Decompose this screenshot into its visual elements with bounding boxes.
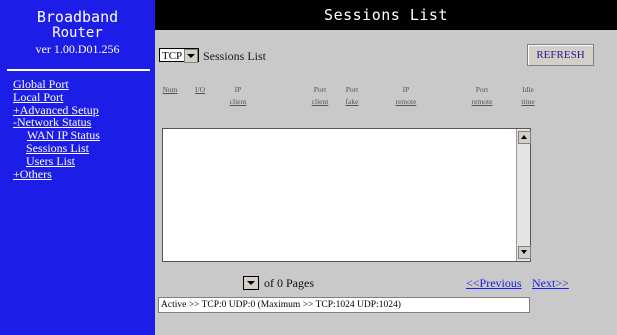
page-count: of 0 Pages — [264, 276, 314, 290]
next-page-link[interactable]: Next>> — [532, 276, 569, 291]
sidebar: Broadband Router ver 1.00.D01.256 Global… — [0, 0, 155, 335]
session-status-field: Active >> TCP:0 UDP:0 (Maximum >> TCP:10… — [158, 297, 530, 313]
column-header-ip-client: IP client — [229, 85, 247, 106]
sidebar-nav: Global Port Local Port +Advanced Setup -… — [13, 78, 100, 180]
sidebar-divider — [7, 69, 150, 71]
column-header-idle-time: Idle time — [521, 85, 535, 106]
firmware-version: ver 1.00.D01.256 — [35, 42, 120, 56]
brand-line-1: Broadband — [36, 8, 119, 26]
column-header-port-client: Port client — [311, 85, 329, 106]
listbox-scrollbar[interactable] — [516, 129, 531, 261]
column-header-port-fake: Port fake — [345, 85, 359, 106]
column-header-ip-remote: IP remote — [395, 85, 417, 106]
sidebar-item-others[interactable]: +Others — [13, 167, 100, 181]
protocol-select-value: TCP — [162, 50, 183, 62]
scroll-up-icon[interactable] — [518, 131, 531, 144]
column-header-num: Num — [162, 85, 178, 94]
refresh-button[interactable]: REFRESH — [527, 44, 594, 66]
previous-page-link[interactable]: <<Previous — [466, 276, 522, 291]
sidebar-item-global-port[interactable]: Global Port — [13, 78, 100, 91]
scroll-down-icon[interactable] — [518, 246, 531, 259]
column-header-io: I/O — [195, 85, 205, 94]
page-title: Sessions List — [155, 0, 617, 30]
sidebar-item-local-port[interactable]: Local Port — [13, 90, 100, 104]
sessions-listbox[interactable] — [162, 128, 531, 262]
toolbar: TCP Sessions List REFRESH — [155, 38, 617, 66]
sidebar-item-users-list[interactable]: Users List — [13, 154, 100, 168]
sidebar-item-sessions-list[interactable]: Sessions List — [13, 142, 100, 155]
protocol-select[interactable]: TCP — [159, 48, 199, 63]
brand-line-2: Router — [52, 25, 103, 41]
toolbar-label: Sessions List — [203, 49, 267, 63]
page-select[interactable] — [243, 276, 259, 290]
column-header-port-remote: Port remote — [471, 85, 493, 106]
chevron-down-icon — [184, 49, 198, 63]
brand: Broadband Router ver 1.00.D01.256 — [0, 0, 155, 57]
